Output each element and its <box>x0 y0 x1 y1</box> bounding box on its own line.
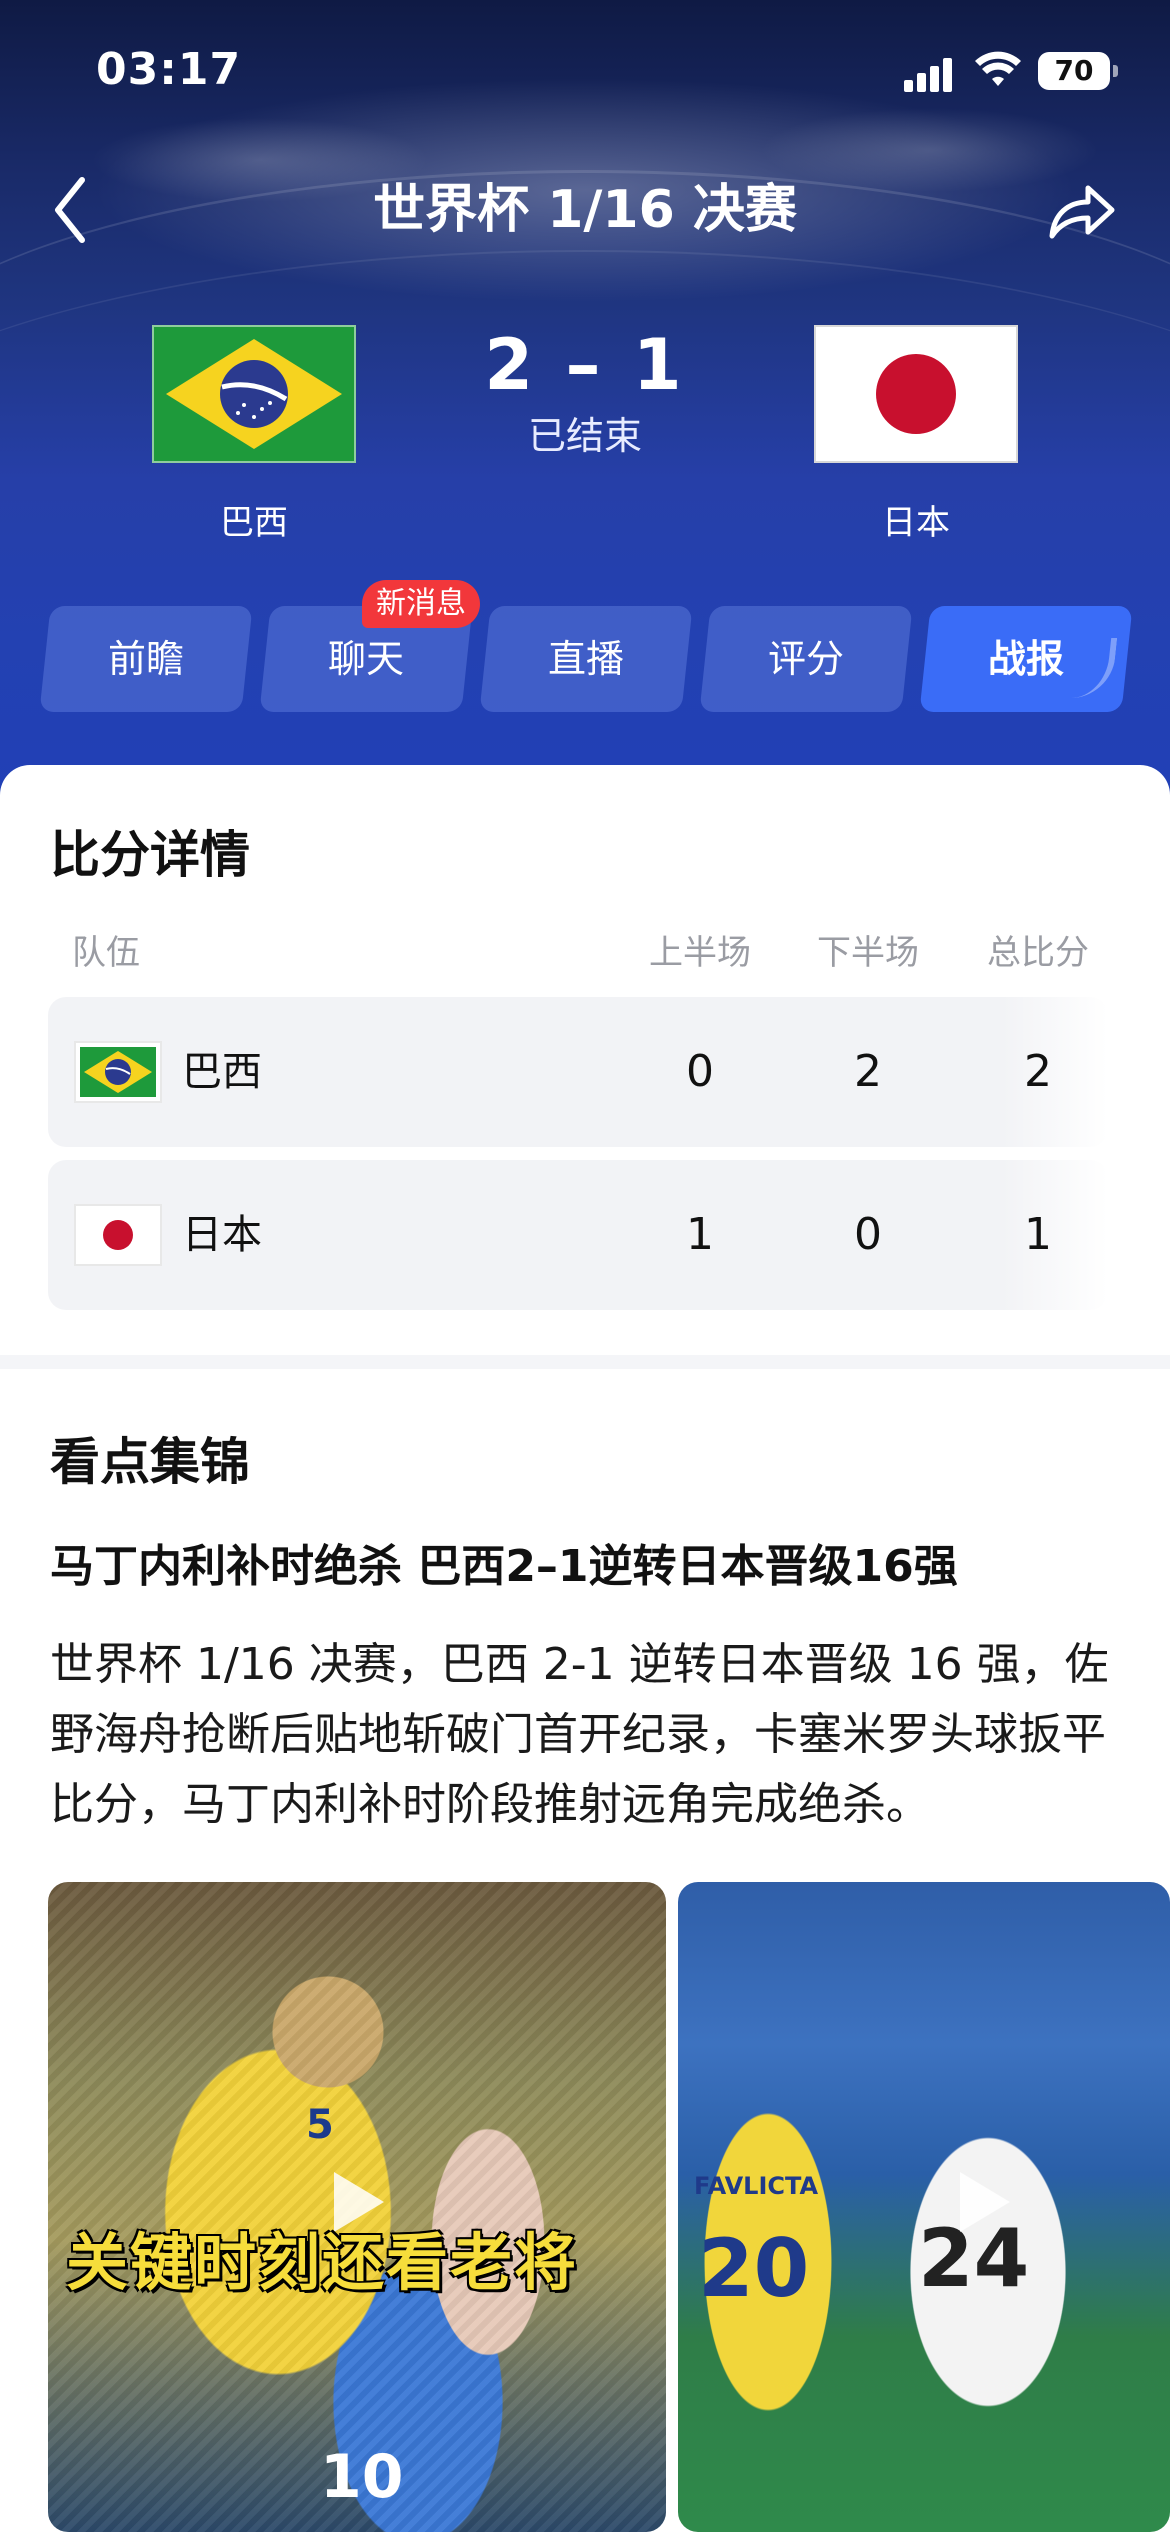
brazil-flag <box>152 325 356 463</box>
header-total: 总比分 <box>987 933 1089 973</box>
table-row: 日本 1 0 1 <box>48 1160 1108 1310</box>
japan-flag-icon <box>816 327 1016 461</box>
row-team-name: 日本 <box>182 1212 262 1258</box>
score-detail-title: 比分详情 <box>50 826 250 884</box>
home-team-name: 巴西 <box>220 503 288 543</box>
share-icon <box>1049 185 1115 239</box>
first-half-score: 0 <box>686 1046 714 1097</box>
tab-label: 直播 <box>547 637 624 681</box>
tab-ratings[interactable]: 评分 <box>699 606 913 712</box>
score-table-header: 队伍 上半场 下半场 总比分 <box>0 925 1170 985</box>
away-team-name: 日本 <box>882 503 950 543</box>
tab-label: 前瞻 <box>107 637 184 681</box>
table-row: 巴西 0 2 2 <box>48 997 1108 1147</box>
row-team-name: 巴西 <box>182 1049 262 1095</box>
new-message-badge: 新消息 <box>362 580 480 628</box>
header-second-half: 下半场 <box>817 933 919 973</box>
tab-bar: 前瞻 聊天 直播 评分 战报 <box>0 606 1170 716</box>
japan-flag <box>814 325 1018 463</box>
header-team: 队伍 <box>72 933 140 973</box>
tab-preview[interactable]: 前瞻 <box>39 606 253 712</box>
brazil-flag-icon <box>74 1041 162 1103</box>
jersey-number: 20 <box>698 2222 810 2315</box>
battery-icon: 70 <box>1038 52 1118 90</box>
tab-label: 战报 <box>987 637 1064 681</box>
first-half-score: 1 <box>686 1209 714 1260</box>
japan-flag-icon <box>74 1204 162 1266</box>
share-button[interactable] <box>1040 172 1130 252</box>
tab-report[interactable]: 战报 <box>919 606 1133 712</box>
match-score: 2 – 1 <box>484 324 686 406</box>
highlights-title: 看点集锦 <box>50 1433 250 1491</box>
wifi-icon <box>975 51 1021 86</box>
match-status: 已结束 <box>527 414 642 458</box>
section-divider <box>0 1355 1170 1369</box>
second-half-score: 0 <box>854 1209 882 1260</box>
video-thumbnail[interactable]: 20 24 FAVLICTA <box>678 1882 1170 2532</box>
jersey-number: 5 <box>306 2102 334 2148</box>
jersey-name: FAVLICTA <box>694 2172 819 2200</box>
video-carousel[interactable]: 5 10 关键时刻还看老将 20 24 FAVLICTA <box>48 1882 1170 2532</box>
navigation-bar: 世界杯 1/16 决赛 <box>0 170 1170 250</box>
tab-live[interactable]: 直播 <box>479 606 693 712</box>
news-summary: 世界杯 1/16 决赛，巴西 2-1 逆转日本晋级 16 强，佐野海舟抢断后贴地… <box>50 1639 1109 1830</box>
jersey-number: 10 <box>320 2442 404 2512</box>
brazil-flag-icon <box>154 327 354 461</box>
video-caption: 关键时刻还看老将 <box>66 2226 579 2299</box>
status-time: 03:17 <box>96 44 242 95</box>
match-scoreboard: 巴西 2 – 1 已结束 日本 <box>0 325 1170 545</box>
total-score: 2 <box>1024 1046 1052 1097</box>
status-bar: 03:17 70 <box>0 0 1170 140</box>
second-half-score: 2 <box>854 1046 882 1097</box>
total-score: 1 <box>1024 1209 1052 1260</box>
page-title: 世界杯 1/16 决赛 <box>373 180 797 240</box>
news-headline[interactable]: 马丁内利补时绝杀 巴西2–1逆转日本晋级16强 <box>50 1530 1130 1594</box>
play-icon[interactable] <box>960 2172 1010 2232</box>
video-thumbnail[interactable]: 5 10 关键时刻还看老将 <box>48 1882 666 2532</box>
header-first-half: 上半场 <box>649 933 751 973</box>
tab-label: 评分 <box>767 637 844 681</box>
cellular-signal-icon <box>904 58 952 92</box>
